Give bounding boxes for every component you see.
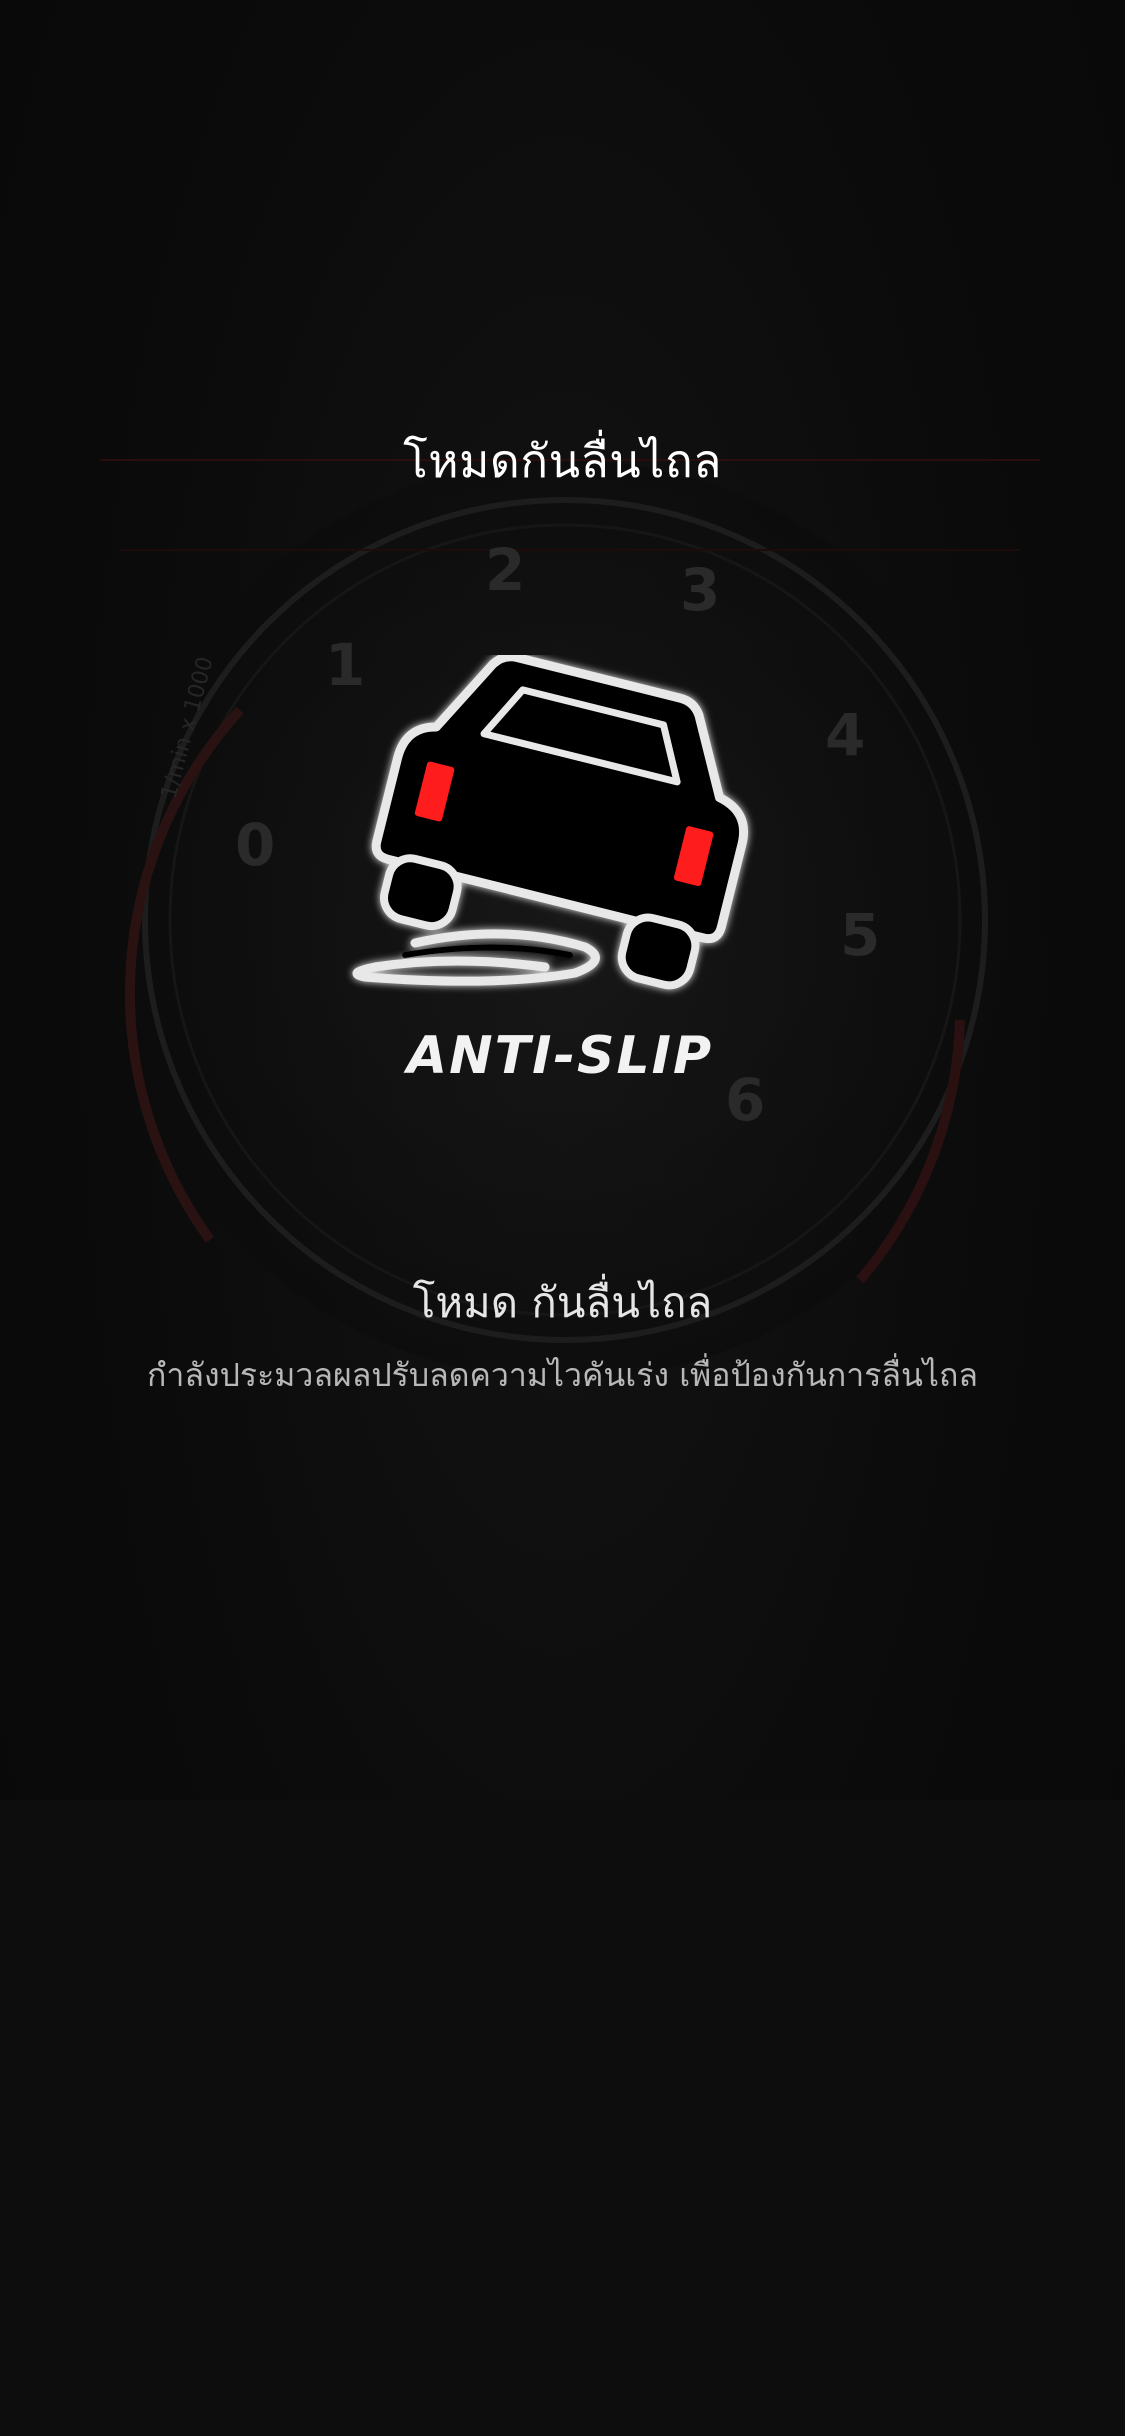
anti-slip-screen: 0 1 2 3 4 5 6 1/min x 1000 โหมดกันลื่นไถ…	[0, 0, 1125, 2436]
mode-description: กำลังประมวลผลปรับลดความไวคันเร่ง เพื่อป้…	[147, 1356, 978, 1394]
anti-slip-car-icon: ANTI-SLIP	[352, 655, 749, 1086]
gauge-tick-0: 0	[235, 811, 275, 879]
gauge-tick-4: 4	[825, 701, 865, 769]
mode-name: โหมด กันลื่นไถล	[412, 1278, 713, 1327]
bottom-panel	[0, 1800, 1125, 2436]
page-title: โหมดกันลื่นไถล	[403, 434, 722, 488]
gauge-tick-5: 5	[840, 901, 880, 969]
gauge-tick-3: 3	[680, 556, 720, 624]
anti-slip-caption: ANTI-SLIP	[403, 1026, 713, 1086]
gauge-tick-2: 2	[485, 536, 525, 604]
